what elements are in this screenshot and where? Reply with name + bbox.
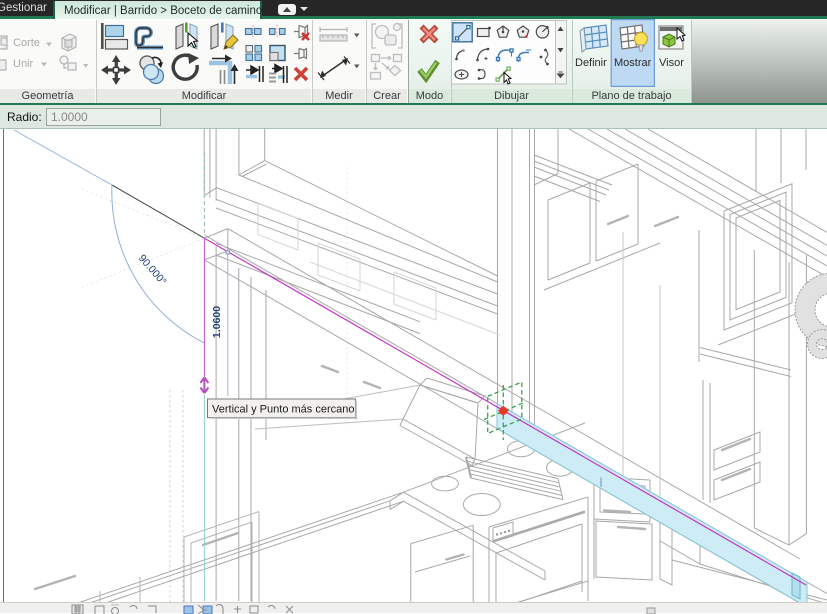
- svg-text:Vertical y Punto más cercano: Vertical y Punto más cercano: [212, 404, 354, 416]
- svg-text:90.000°: 90.000°: [136, 252, 169, 287]
- svg-text:Definir: Definir: [575, 57, 607, 69]
- svg-text:Corte: Corte: [13, 37, 40, 49]
- svg-text:1.0600: 1.0600: [211, 306, 223, 338]
- svg-text:Visor: Visor: [659, 57, 684, 69]
- svg-text:Unir: Unir: [13, 58, 34, 70]
- svg-text:Mostrar: Mostrar: [614, 57, 652, 69]
